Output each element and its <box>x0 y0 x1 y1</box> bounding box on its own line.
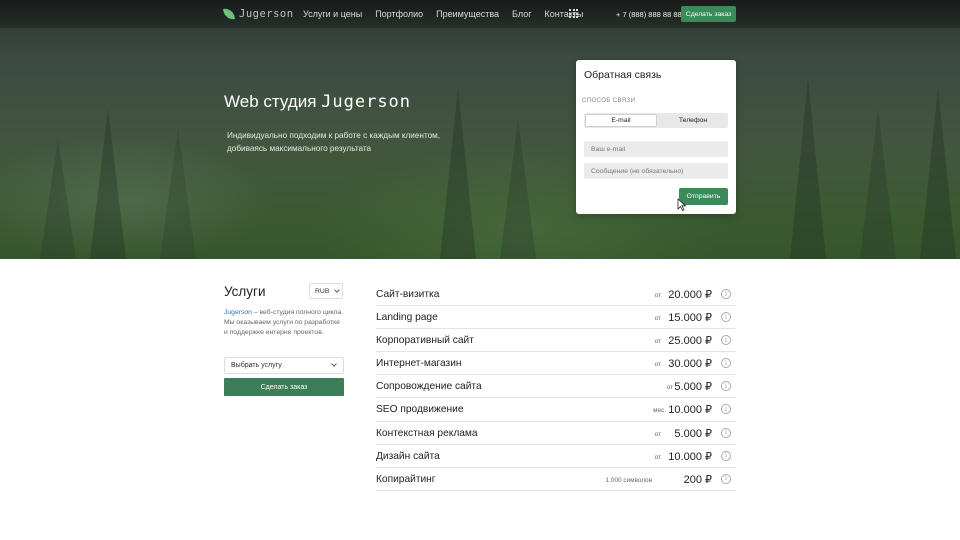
info-icon[interactable]: i <box>721 289 731 299</box>
feedback-title: Обратная связь <box>584 69 662 81</box>
price-prefix: от <box>654 292 661 299</box>
top-navbar: Jugerson Услуги и цены Портфолио Преимущ… <box>0 0 960 28</box>
tab-phone[interactable]: Телефон <box>658 113 728 128</box>
price-prefix: от <box>666 384 673 392</box>
leaf-icon <box>223 7 235 21</box>
chevron-down-icon <box>331 361 337 367</box>
hero-title-brand: Jugerson <box>321 92 412 112</box>
service-name: Интернет-магазин <box>376 358 462 370</box>
price-row: Копирайтинг 1.000 символов 200 ₽ i <box>376 468 736 491</box>
currency-select[interactable]: RUB <box>309 283 343 299</box>
price-row: Сайт-визитка от 20.000 ₽ i <box>376 283 736 307</box>
feedback-form: Обратная связь СПОСОБ СВЯЗИ E-mail Телеф… <box>576 60 736 214</box>
price-row: SEO продвижение мес. 10.000 ₽ i <box>376 398 736 422</box>
order-button[interactable]: Сделать заказ <box>224 378 344 396</box>
service-name: Сайт-визитка <box>376 289 440 300</box>
phone-number[interactable]: + 7 (888) 888 88 88 <box>616 10 682 19</box>
service-name: Landing page <box>376 312 438 324</box>
info-icon[interactable]: i <box>721 473 731 484</box>
service-price: 5.000 ₽ <box>674 427 712 440</box>
price-prefix: мес. <box>653 407 666 415</box>
info-icon[interactable]: i <box>721 450 731 461</box>
nav-item-blog[interactable]: Блог <box>512 9 531 19</box>
contact-method-label: СПОСОБ СВЯЗИ <box>582 97 636 104</box>
currency-value: RUB <box>315 287 330 295</box>
chevron-down-icon <box>334 287 341 293</box>
info-icon[interactable]: i <box>721 404 731 415</box>
price-prefix: 1.000 символов <box>605 476 652 484</box>
service-price: 5.000 ₽ <box>674 381 712 394</box>
logo[interactable]: Jugerson <box>223 7 294 21</box>
price-row: Сопровождение сайта от 5.000 ₽ i <box>376 375 736 399</box>
price-prefix: от <box>654 338 661 346</box>
hero-subtitle: Индивидуально подходим к работе с каждым… <box>227 131 441 153</box>
logo-text: Jugerson <box>239 8 294 20</box>
price-row: Дизайн сайта от 10.000 ₽ i <box>376 445 736 468</box>
price-row: Интернет-магазин от 30.000 ₽ i <box>376 352 736 376</box>
info-icon[interactable]: i <box>721 381 731 392</box>
service-price: 10.000 ₽ <box>668 404 712 417</box>
service-name: Сопровождение сайта <box>376 381 482 393</box>
services-title: Услуги <box>224 284 266 299</box>
tab-email[interactable]: E-mail <box>585 114 657 127</box>
price-row: Landing page от 15.000 ₽ i <box>376 306 736 330</box>
service-name: Контекстная реклама <box>376 427 478 439</box>
nav-item-services[interactable]: Услуги и цены <box>303 9 362 19</box>
service-name: Дизайн сайта <box>376 450 440 462</box>
message-field[interactable]: Сообщение (не обязательно) <box>584 163 728 179</box>
info-icon[interactable]: i <box>721 358 731 369</box>
brand-link[interactable]: Jugerson <box>224 309 252 316</box>
service-price: 15.000 ₽ <box>668 312 712 325</box>
service-price: 200 ₽ <box>683 473 712 486</box>
price-row: Контекстная реклама от 5.000 ₽ i <box>376 422 736 445</box>
info-icon[interactable]: i <box>721 335 731 346</box>
service-price: 25.000 ₽ <box>668 335 712 348</box>
nav-item-advantages[interactable]: Преимущества <box>436 9 499 19</box>
info-icon[interactable]: i <box>721 427 731 438</box>
price-prefix: от <box>654 361 661 369</box>
hero-title-prefix: Web студия <box>224 92 317 111</box>
service-price: 20.000 ₽ <box>668 289 712 301</box>
service-price: 30.000 ₽ <box>668 358 712 371</box>
service-name: Копирайтинг <box>376 473 436 485</box>
nav-item-portfolio[interactable]: Портфолио <box>375 9 423 19</box>
service-select-value: Выбрать услугу <box>231 362 282 369</box>
price-prefix: от <box>654 453 661 461</box>
service-name: SEO продвижение <box>376 404 464 416</box>
price-row: Корпоративный сайт от 25.000 ₽ i <box>376 329 736 353</box>
hero-title: Web студия Jugerson <box>224 92 411 112</box>
contact-method-toggle: E-mail Телефон <box>584 113 728 128</box>
services-description: Jugerson – веб-студия полного цикла. Мы … <box>224 308 344 338</box>
service-select[interactable]: Выбрать услугу <box>224 357 344 374</box>
order-button-top[interactable]: Сделать заказ <box>681 6 736 22</box>
mouse-pointer-icon <box>677 198 687 211</box>
price-prefix: от <box>654 315 661 323</box>
hero-banner: Jugerson Услуги и цены Портфолио Преимущ… <box>0 0 960 259</box>
info-icon[interactable]: i <box>721 312 731 323</box>
email-field[interactable]: Ваш e-mail <box>584 141 728 157</box>
price-list: Сайт-визитка от 20.000 ₽ i Landing page от 15.… <box>376 283 736 491</box>
service-name: Корпоративный сайт <box>376 335 474 347</box>
apps-grid-icon[interactable] <box>569 9 578 18</box>
service-price: 10.000 ₽ <box>668 450 712 463</box>
price-prefix: от <box>654 430 661 438</box>
main-nav: Услуги и цены Портфолио Преимущества Бло… <box>303 9 583 19</box>
